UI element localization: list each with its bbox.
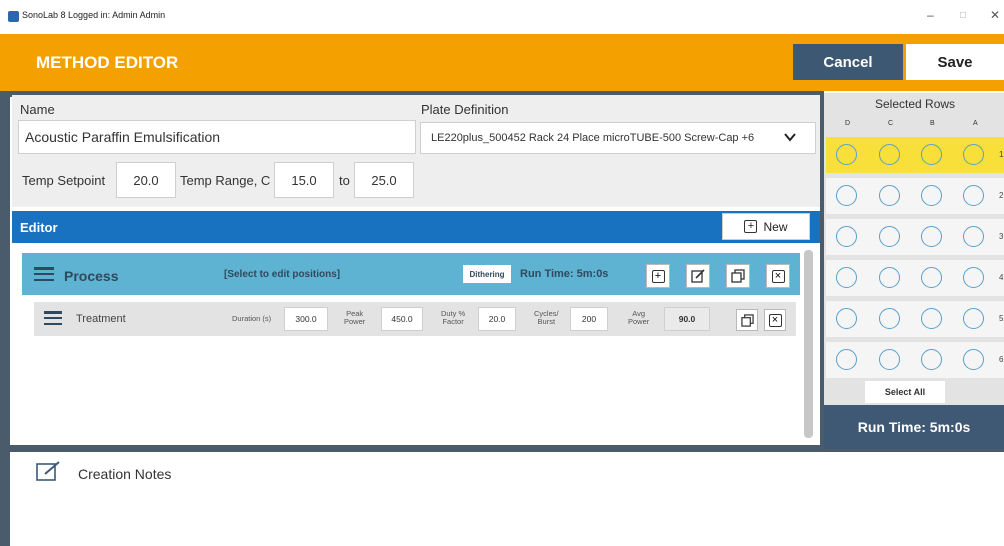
temp-range-min-input[interactable]: 15.0	[274, 162, 334, 198]
well-circle[interactable]	[836, 349, 857, 370]
well-circle[interactable]	[963, 308, 984, 329]
row-number-label: 2	[999, 191, 1004, 200]
well-circle[interactable]	[963, 226, 984, 247]
delete-icon: ×	[771, 269, 785, 283]
well-circle[interactable]	[963, 144, 984, 165]
duty-factor-label: Duty % Factor	[441, 309, 466, 326]
peak-power-input[interactable]: 450.0	[381, 307, 423, 331]
add-step-button[interactable]: +	[646, 264, 670, 288]
column-label-a: A	[973, 120, 978, 127]
left-border	[0, 91, 10, 546]
temp-setpoint-input[interactable]: 20.0	[116, 162, 176, 198]
dithering-button[interactable]: Dithering	[463, 265, 511, 283]
cycles-burst-label: Cycles/Burst	[534, 309, 559, 326]
well-circle[interactable]	[836, 185, 857, 206]
avg-power-label: Avg Power	[628, 309, 650, 326]
copy-icon	[731, 269, 745, 283]
editor-header	[12, 211, 820, 243]
plate-definition-value: LE220plus_500452 Rack 24 Place microTUBE…	[431, 132, 755, 144]
cancel-button[interactable]: Cancel	[793, 44, 903, 80]
select-all-button[interactable]: Select All	[865, 381, 945, 403]
well-circle[interactable]	[921, 308, 942, 329]
column-label-b: B	[930, 120, 935, 127]
well-circle[interactable]	[963, 185, 984, 206]
process-row[interactable]	[22, 253, 800, 295]
minimize-button[interactable]: –	[927, 8, 934, 22]
editor-scrollbar[interactable]	[804, 250, 813, 438]
edit-button[interactable]	[686, 264, 710, 288]
select-positions-link[interactable]: [Select to edit positions]	[224, 269, 340, 280]
well-circle[interactable]	[879, 185, 900, 206]
treatment-delete-button[interactable]: ×	[764, 309, 786, 331]
delete-button[interactable]: ×	[766, 264, 790, 288]
new-button[interactable]: + New	[722, 213, 810, 240]
duty-factor-input[interactable]: 20.0	[478, 307, 516, 331]
well-circle[interactable]	[963, 349, 984, 370]
process-label: Process	[64, 268, 119, 284]
editor-title: Editor	[20, 220, 58, 235]
selected-rows-title: Selected Rows	[875, 97, 956, 111]
well-circle[interactable]	[921, 144, 942, 165]
row-number-label: 3	[999, 232, 1004, 241]
window-title: SonoLab 8 Logged in: Admin Admin	[22, 10, 166, 20]
well-circle[interactable]	[879, 267, 900, 288]
well-circle[interactable]	[879, 349, 900, 370]
copy-button[interactable]	[726, 264, 750, 288]
add-icon: +	[744, 220, 758, 233]
treatment-label: Treatment	[76, 313, 126, 325]
row-number-label: 5	[999, 314, 1004, 323]
well-circle[interactable]	[836, 308, 857, 329]
chevron-down-icon[interactable]	[784, 131, 796, 143]
row-number-label: 4	[999, 273, 1004, 282]
well-circle[interactable]	[921, 185, 942, 206]
new-button-label: New	[763, 219, 788, 234]
peak-power-label: Peak Power	[344, 309, 366, 326]
well-circle[interactable]	[963, 267, 984, 288]
edit-icon	[691, 269, 705, 283]
temp-range-to-label: to	[339, 173, 350, 188]
avg-power-value: 90.0	[664, 307, 710, 331]
well-circle[interactable]	[879, 226, 900, 247]
maximize-button[interactable]: □	[960, 10, 966, 21]
page-title: METHOD EDITOR	[36, 53, 179, 72]
row-number-label: 6	[999, 355, 1004, 364]
well-circle[interactable]	[879, 308, 900, 329]
duration-input[interactable]: 300.0	[284, 307, 328, 331]
well-circle[interactable]	[921, 349, 942, 370]
well-circle[interactable]	[879, 144, 900, 165]
well-circle[interactable]	[836, 144, 857, 165]
copy-icon	[740, 313, 754, 327]
well-circle[interactable]	[921, 267, 942, 288]
well-circle[interactable]	[836, 267, 857, 288]
temp-setpoint-label: Temp Setpoint	[22, 173, 106, 188]
plate-definition-select[interactable]: LE220plus_500452 Rack 24 Place microTUBE…	[420, 122, 816, 154]
duration-label: Duration (s)	[232, 314, 272, 323]
column-label-c: C	[888, 120, 894, 127]
plate-definition-label: Plate Definition	[421, 102, 509, 117]
close-button[interactable]: ✕	[990, 8, 1000, 22]
app-icon	[8, 11, 19, 22]
name-label: Name	[20, 102, 55, 117]
well-circle[interactable]	[921, 226, 942, 247]
delete-icon: ×	[768, 313, 782, 327]
add-icon: +	[651, 269, 665, 283]
total-run-time: Run Time: 5m:0s	[824, 405, 1004, 449]
treatment-copy-button[interactable]	[736, 309, 758, 331]
column-label-d: D	[845, 120, 851, 127]
name-input[interactable]: Acoustic Paraffin Emulsification	[18, 120, 416, 154]
temp-range-label: Temp Range, C	[180, 173, 271, 188]
creation-notes-label: Creation Notes	[78, 466, 172, 482]
row-number-label: 1	[999, 150, 1004, 159]
process-run-time: Run Time: 5m:0s	[520, 268, 609, 280]
well-circle[interactable]	[836, 226, 857, 247]
notes-edit-icon	[36, 461, 60, 481]
save-button[interactable]: Save	[906, 44, 1004, 80]
drag-handle-icon[interactable]	[34, 267, 54, 281]
drag-handle-icon[interactable]	[44, 311, 62, 325]
temp-range-max-input[interactable]: 25.0	[354, 162, 414, 198]
cycles-burst-input[interactable]: 200	[570, 307, 608, 331]
